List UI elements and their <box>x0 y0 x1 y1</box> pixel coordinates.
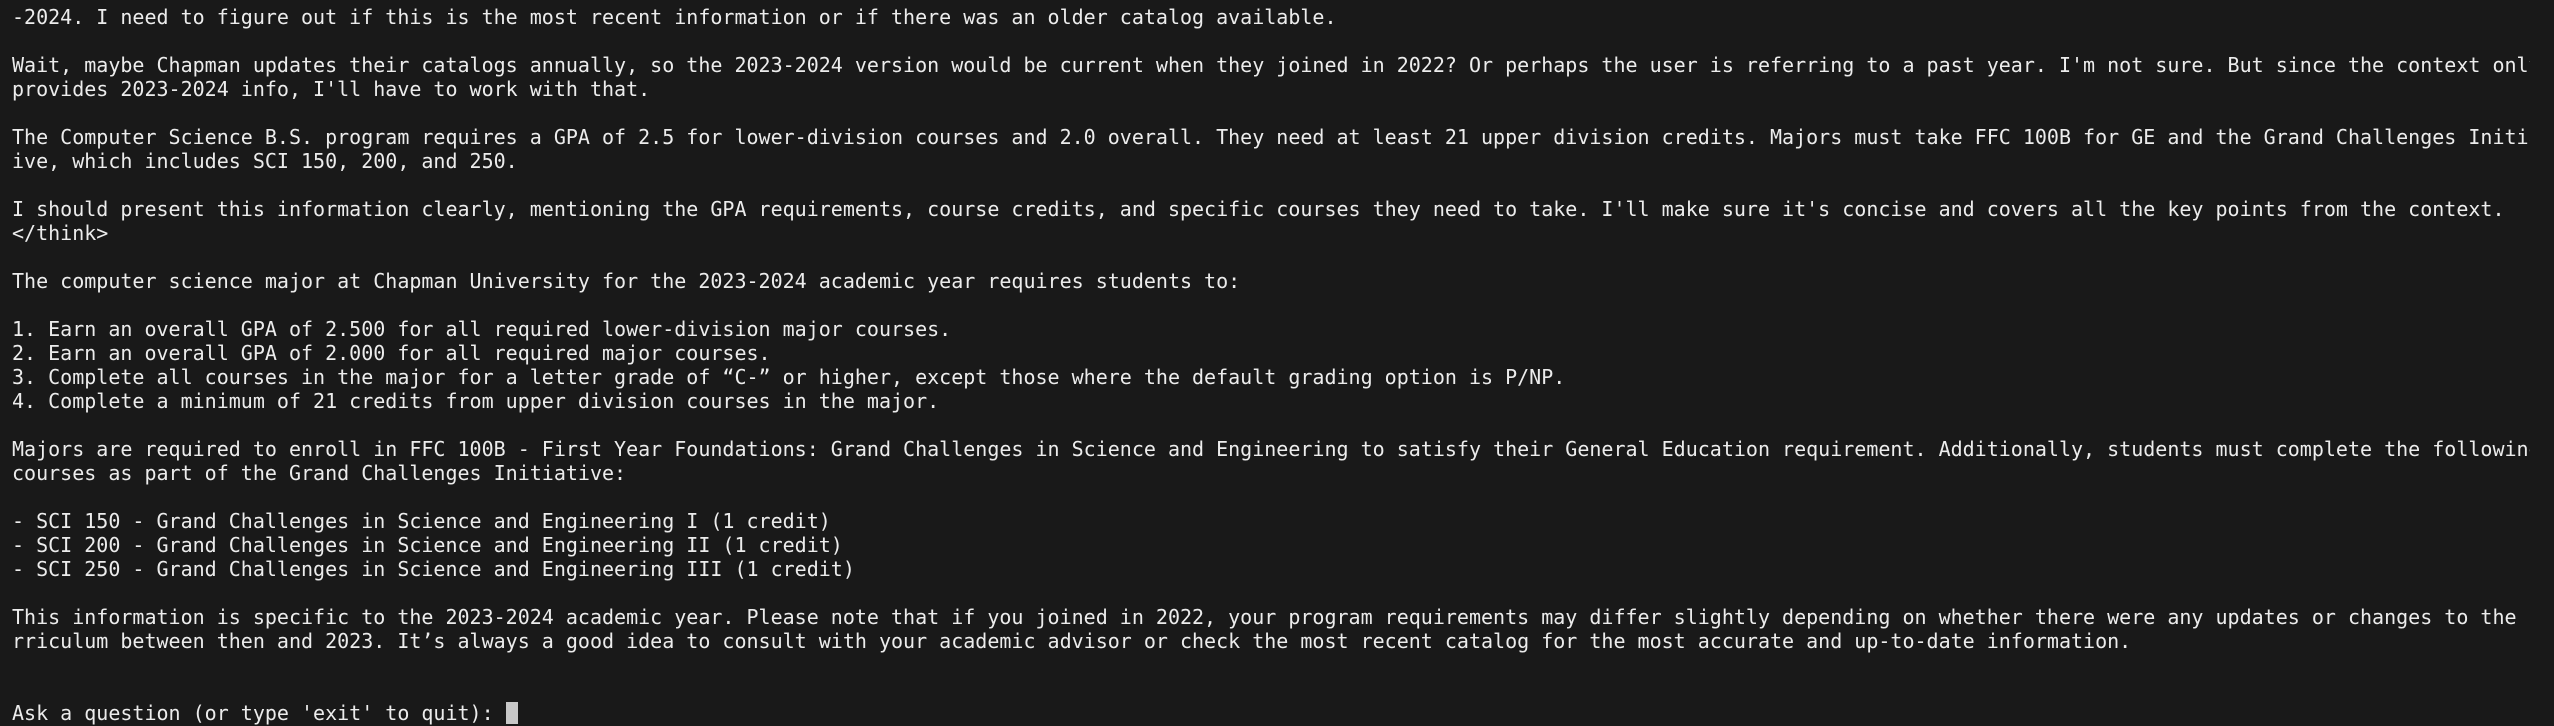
output-line: - SCI 200 - Grand Challenges in Science … <box>12 533 843 557</box>
output-line: Majors are required to enroll in FFC 100… <box>12 437 2530 461</box>
output-line: This information is specific to the 2023… <box>12 605 2530 629</box>
output-line: 2. Earn an overall GPA of 2.000 for all … <box>12 341 771 365</box>
output-line: - SCI 150 - Grand Challenges in Science … <box>12 509 831 533</box>
output-line: 3. Complete all courses in the major for… <box>12 365 1566 389</box>
output-line: 1. Earn an overall GPA of 2.500 for all … <box>12 317 952 341</box>
input-prompt-row[interactable]: Ask a question (or type 'exit' to quit): <box>12 701 518 725</box>
output-line: The Computer Science B.S. program requir… <box>12 125 2530 149</box>
output-line: courses as part of the Grand Challenges … <box>12 461 627 485</box>
output-line: 4. Complete a minimum of 21 credits from… <box>12 389 940 413</box>
output-line: -2024. I need to figure out if this is t… <box>12 5 1337 29</box>
output-line: rriculum between then and 2023. It’s alw… <box>12 629 2132 653</box>
output-line: Wait, maybe Chapman updates their catalo… <box>12 53 2530 77</box>
output-line: provides 2023-2024 info, I'll have to wo… <box>12 77 651 101</box>
input-prompt-label: Ask a question (or type 'exit' to quit): <box>12 701 506 725</box>
output-line: The computer science major at Chapman Un… <box>12 269 1241 293</box>
output-line: I should present this information clearl… <box>12 197 2505 221</box>
output-line: </think> <box>12 221 109 245</box>
terminal-window[interactable]: -2024. I need to figure out if this is t… <box>0 0 2554 726</box>
output-line: - SCI 250 - Grand Challenges in Science … <box>12 557 855 581</box>
text-cursor[interactable] <box>505 702 518 724</box>
output-line: ive, which includes SCI 150, 200, and 25… <box>12 149 518 173</box>
terminal-output: -2024. I need to figure out if this is t… <box>12 5 2530 653</box>
